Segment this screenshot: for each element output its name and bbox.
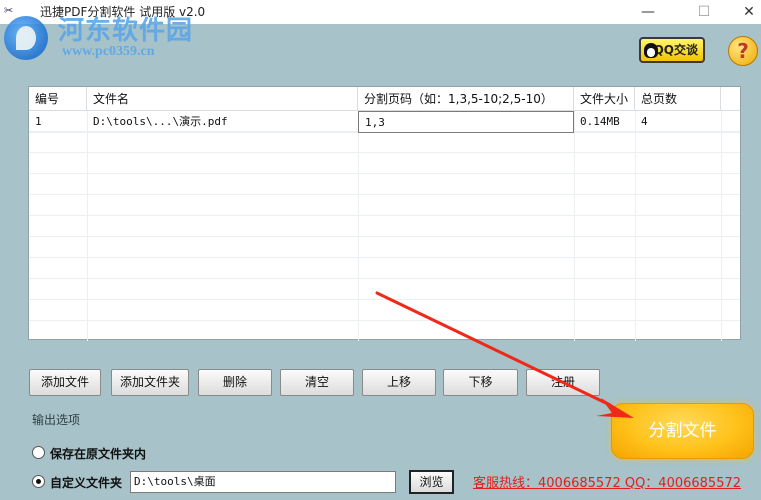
watermark-logo-icon	[4, 16, 48, 60]
help-icon[interactable]: ?	[728, 36, 758, 66]
clear-button[interactable]: 清空	[280, 369, 354, 396]
column-divider	[87, 111, 88, 341]
cell-file-size: 0.14MB	[580, 115, 620, 128]
register-button[interactable]: 注册	[526, 369, 600, 396]
delete-button[interactable]: 删除	[198, 369, 272, 396]
support-hotline-link[interactable]: 客服热线：4006685572 QQ：4006685572	[473, 472, 741, 491]
column-filename[interactable]: 文件名	[87, 87, 358, 111]
table-header: 编号 文件名 分割页码（如：1,3,5-10;2,5-10） 文件大小 总页数	[29, 87, 740, 111]
maximize-button[interactable]: ☐	[681, 0, 727, 24]
watermark-url: www.pc0359.cn	[62, 44, 155, 59]
split-pages-input[interactable]: 1,3	[358, 111, 574, 133]
cell-total-pages: 4	[641, 115, 648, 128]
radio-custom-folder-circle[interactable]	[32, 475, 45, 488]
add-file-button[interactable]: 添加文件	[29, 369, 101, 396]
watermark: 河东软件园 www.pc0359.cn	[2, 6, 202, 66]
qq-penguin-icon	[644, 43, 658, 58]
column-divider	[358, 111, 359, 341]
qq-chat-label: QQ交谈	[653, 43, 698, 57]
column-divider	[574, 111, 575, 341]
split-file-button[interactable]: 分割文件	[611, 403, 754, 459]
column-file-size[interactable]: 文件大小	[574, 87, 635, 111]
column-index[interactable]: 编号	[29, 87, 87, 111]
minimize-button[interactable]: —	[625, 0, 671, 24]
qq-chat-button[interactable]: QQ交谈	[639, 37, 705, 63]
cell-filename: D:\tools\...\演示.pdf	[93, 115, 228, 128]
radio-same-folder-circle[interactable]	[32, 446, 45, 459]
watermark-title: 河东软件园	[58, 16, 194, 46]
close-button[interactable]: ✕	[726, 0, 761, 24]
radio-custom-folder-label[interactable]: 自定义文件夹	[50, 474, 122, 491]
file-table: 编号 文件名 分割页码（如：1,3,5-10;2,5-10） 文件大小 总页数 …	[28, 86, 741, 341]
browse-button[interactable]: 浏览	[409, 470, 454, 494]
column-total-pages[interactable]: 总页数	[635, 87, 721, 111]
radio-same-folder-label[interactable]: 保存在原文件夹内	[50, 445, 146, 462]
column-divider	[635, 111, 636, 341]
add-folder-button[interactable]: 添加文件夹	[111, 369, 189, 396]
output-options-title: 输出选项	[32, 413, 81, 427]
column-divider	[721, 111, 722, 341]
move-up-button[interactable]: 上移	[362, 369, 436, 396]
table-row[interactable]: 1 D:\tools\...\演示.pdf 1,3 0.14MB 4	[29, 111, 740, 133]
output-path-input[interactable]: D:\tools\桌面	[130, 471, 396, 493]
cell-index: 1	[35, 115, 42, 128]
column-split-pages[interactable]: 分割页码（如：1,3,5-10;2,5-10）	[358, 87, 574, 111]
move-down-button[interactable]: 下移	[443, 369, 518, 396]
